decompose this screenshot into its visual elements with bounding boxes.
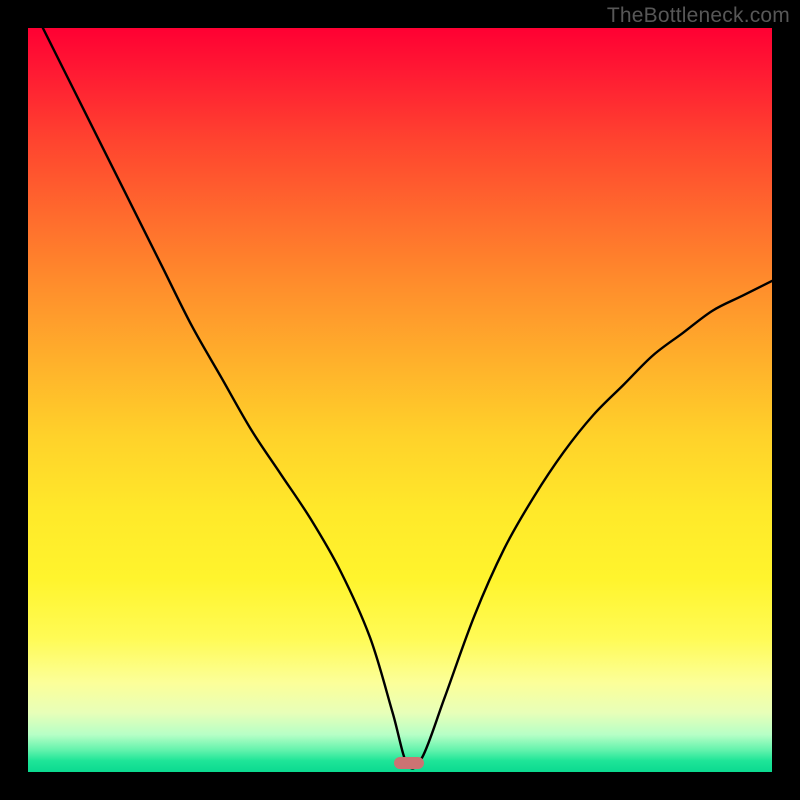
- plot-area: [28, 28, 772, 772]
- optimal-marker: [394, 757, 424, 769]
- chart-frame: TheBottleneck.com: [0, 0, 800, 800]
- bottleneck-curve: [28, 28, 772, 772]
- watermark-text: TheBottleneck.com: [607, 4, 790, 28]
